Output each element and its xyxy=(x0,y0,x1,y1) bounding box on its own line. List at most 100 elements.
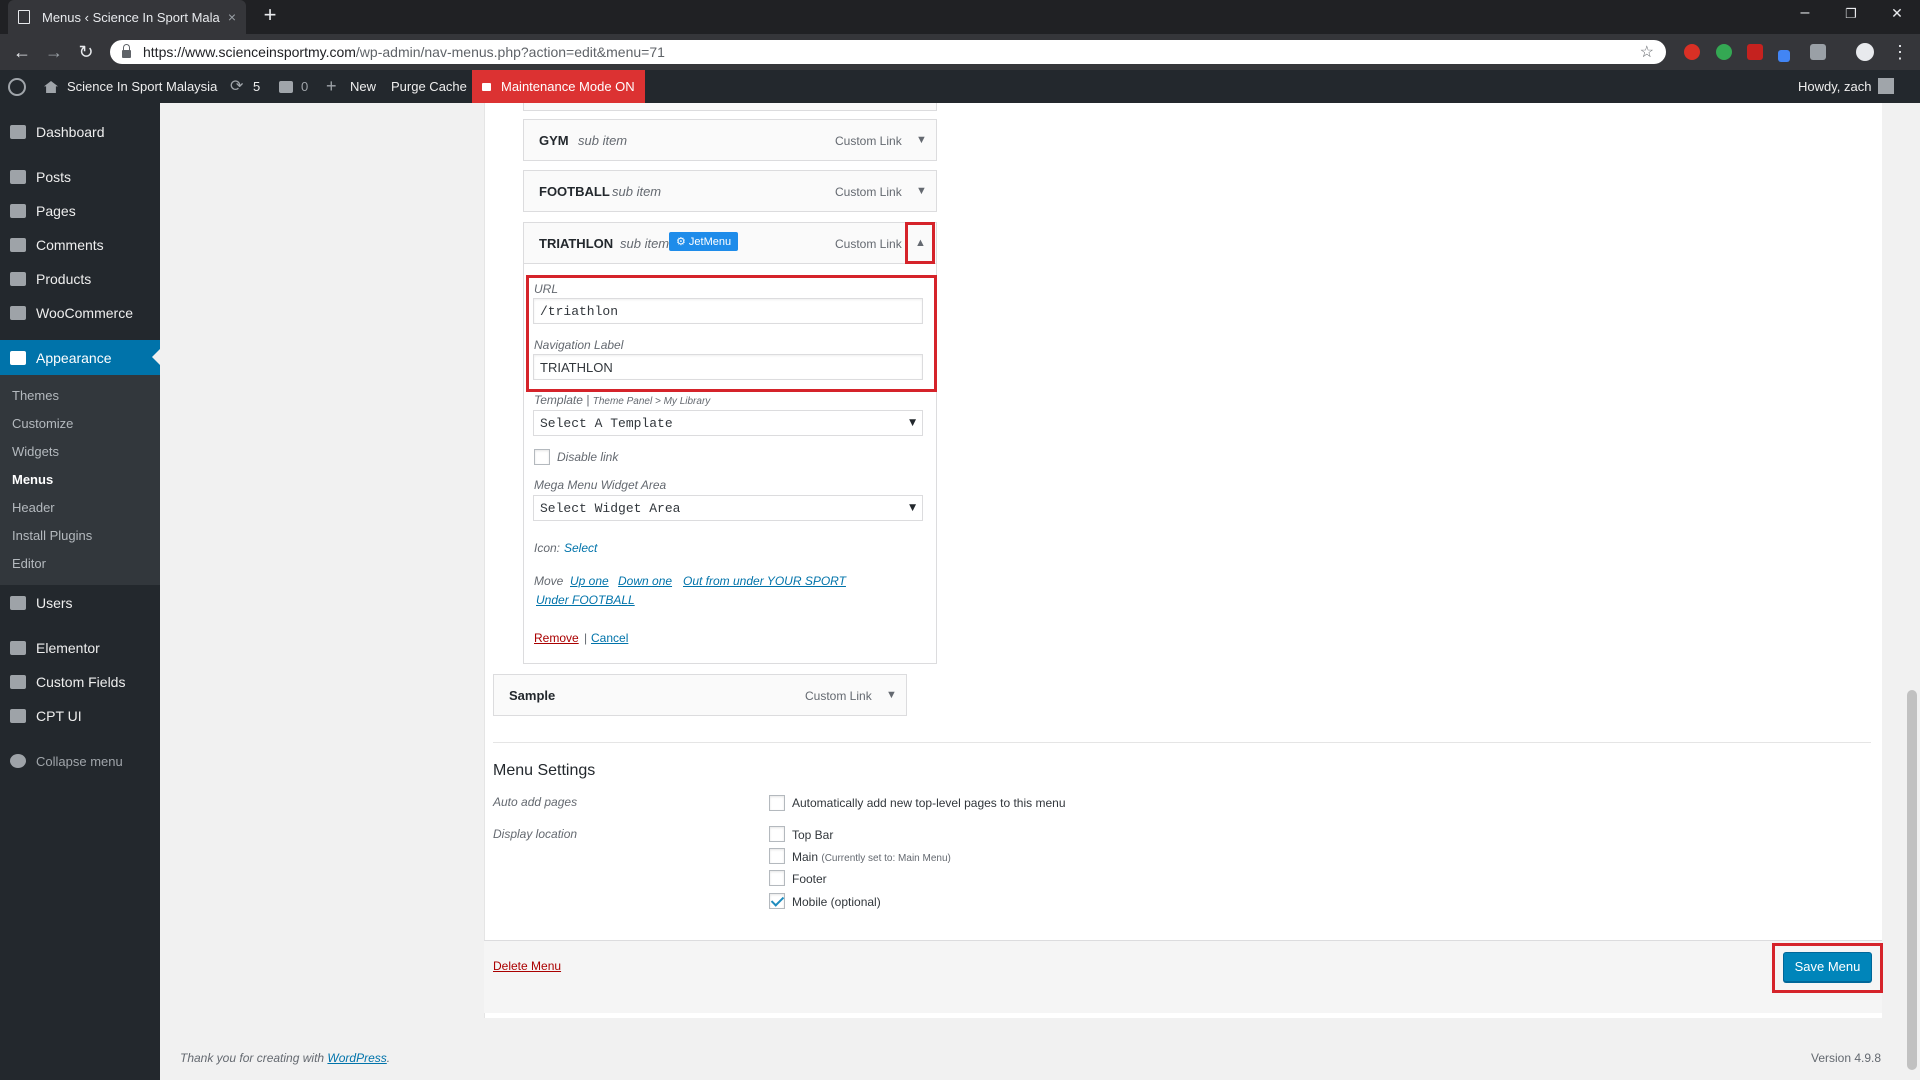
submenu-customize[interactable]: Customize xyxy=(12,416,73,431)
location-top-bar-checkbox[interactable] xyxy=(769,826,785,842)
howdy-user-link[interactable]: Howdy, zach xyxy=(1798,70,1871,103)
submenu-menus[interactable]: Menus xyxy=(12,472,53,487)
wp-footer-thanks: Thank you for creating with WordPress. xyxy=(180,1051,391,1065)
location-main-text: Main xyxy=(792,850,819,864)
elementor-icon xyxy=(10,641,26,655)
minimize-button[interactable]: – xyxy=(1790,4,1820,22)
submenu-install-plugins[interactable]: Install Plugins xyxy=(12,528,92,543)
submenu-widgets[interactable]: Widgets xyxy=(12,444,59,459)
purge-cache-link[interactable]: Purge Cache xyxy=(391,70,467,103)
restore-button[interactable]: ❐ xyxy=(1836,6,1866,22)
tab-title: Menus ‹ Science In Sport Malays xyxy=(42,9,220,25)
menu-item-football[interactable]: FOOTBALL sub item Custom Link ▼ xyxy=(523,170,937,212)
browser-tab[interactable]: Menus ‹ Science In Sport Malays × xyxy=(8,0,246,34)
tab-close-icon[interactable]: × xyxy=(228,9,236,25)
remove-link[interactable]: Remove xyxy=(534,631,579,645)
menu-item-sample[interactable]: Sample Custom Link ▼ xyxy=(493,674,907,716)
cancel-link[interactable]: Cancel xyxy=(591,631,628,645)
widget-area-select-value: Select Widget Area xyxy=(540,500,681,516)
menu-item-title: Sample xyxy=(509,688,556,703)
delete-menu-link[interactable]: Delete Menu xyxy=(493,959,561,973)
location-main-label: Main (Currently set to: Main Menu) xyxy=(792,850,951,864)
sidebar-item-label: Products xyxy=(36,271,92,287)
move-down-link[interactable]: Down one xyxy=(618,574,672,588)
comments-count[interactable]: 0 xyxy=(301,70,308,103)
url-input[interactable] xyxy=(533,298,923,324)
sidebar-item-pages[interactable]: Pages xyxy=(0,194,160,228)
sidebar-item-label: Dashboard xyxy=(36,124,105,140)
sidebar-item-products[interactable]: Products xyxy=(0,262,160,296)
lock-icon xyxy=(122,44,131,58)
move-under-link[interactable]: Under FOOTBALL xyxy=(536,593,635,607)
plus-icon[interactable]: + xyxy=(326,70,337,103)
auto-add-option-label: Automatically add new top-level pages to… xyxy=(792,796,1066,810)
collapse-menu-button[interactable]: Collapse menu xyxy=(0,744,160,778)
extension-blue-icon[interactable] xyxy=(1778,50,1790,62)
widget-area-select[interactable]: Select Widget Area ▼ xyxy=(533,495,923,521)
location-mobile-checkbox[interactable] xyxy=(769,893,785,909)
menu-item-gym[interactable]: GYM sub item Custom Link ▼ xyxy=(523,119,937,161)
location-footer-checkbox[interactable] xyxy=(769,870,785,886)
wordpress-link[interactable]: WordPress xyxy=(327,1051,386,1065)
bookmark-star-icon[interactable]: ☆ xyxy=(1640,42,1654,62)
forward-button[interactable]: → xyxy=(42,40,66,64)
location-top-bar-label: Top Bar xyxy=(792,828,834,842)
expand-arrow-icon[interactable]: ▼ xyxy=(916,134,927,146)
browser-tab-strip xyxy=(0,0,1920,34)
sidebar-item-dashboard[interactable]: Dashboard xyxy=(0,115,160,149)
sidebar-item-label: Custom Fields xyxy=(36,674,126,690)
collapse-arrow-icon[interactable]: ▲ xyxy=(915,237,926,249)
address-bar[interactable]: https://www.scienceinsportmy.com/wp-admi… xyxy=(110,40,1666,64)
menu-item-subtitle: sub item xyxy=(578,133,628,148)
expand-arrow-icon[interactable]: ▼ xyxy=(886,689,897,701)
location-mobile-label: Mobile (optional) xyxy=(792,895,881,909)
maintenance-mode-badge[interactable]: Maintenance Mode ON xyxy=(472,70,645,103)
profile-avatar[interactable] xyxy=(1856,43,1874,61)
submenu-header[interactable]: Header xyxy=(12,500,55,515)
sidebar-item-users[interactable]: Users xyxy=(0,586,160,620)
icon-select-link[interactable]: Select xyxy=(564,541,597,555)
extension-adblock-icon[interactable] xyxy=(1684,44,1700,60)
disable-link-checkbox[interactable] xyxy=(534,449,550,465)
new-tab-button[interactable]: + xyxy=(258,2,282,32)
updates-icon[interactable]: ⟳ xyxy=(230,70,243,103)
sidebar-item-elementor[interactable]: Elementor xyxy=(0,631,160,665)
sidebar-item-posts[interactable]: Posts xyxy=(0,160,160,194)
menu-footer-bar xyxy=(484,941,1882,1013)
url-path: /wp-admin/nav-menus.php?action=edit&menu… xyxy=(355,44,665,60)
scrollbar-thumb[interactable] xyxy=(1907,690,1917,1070)
jetmenu-badge[interactable]: ⚙ JetMenu xyxy=(669,232,739,251)
submenu-editor[interactable]: Editor xyxy=(12,556,46,571)
extension-red-icon[interactable] xyxy=(1747,44,1763,60)
wordpress-logo-icon[interactable] xyxy=(8,78,26,96)
sidebar-item-cpt-ui[interactable]: CPT UI xyxy=(0,699,160,733)
updates-count[interactable]: 5 xyxy=(253,70,260,103)
window-close-button[interactable]: ✕ xyxy=(1882,5,1912,22)
submenu-themes[interactable]: Themes xyxy=(12,388,59,403)
back-button[interactable]: ← xyxy=(10,40,34,64)
expand-arrow-icon[interactable]: ▼ xyxy=(916,185,927,197)
template-select[interactable]: Select A Template ▼ xyxy=(533,410,923,436)
save-menu-button[interactable]: Save Menu xyxy=(1783,952,1872,982)
sidebar-item-appearance[interactable]: Appearance xyxy=(0,340,160,375)
collapse-icon xyxy=(10,754,26,768)
move-out-link[interactable]: Out from under YOUR SPORT xyxy=(683,574,846,588)
browser-menu-icon[interactable]: ⋮ xyxy=(1888,40,1912,64)
sidebar-item-woocommerce[interactable]: WooCommerce xyxy=(0,296,160,330)
new-content-link[interactable]: New xyxy=(350,70,376,103)
location-main-checkbox[interactable] xyxy=(769,848,785,864)
navigation-label-input[interactable] xyxy=(533,354,923,380)
sidebar-item-custom-fields[interactable]: Custom Fields xyxy=(0,665,160,699)
dashboard-icon xyxy=(10,125,26,139)
user-avatar[interactable] xyxy=(1878,78,1894,94)
extension-flag-icon[interactable] xyxy=(1810,44,1826,60)
site-name-link[interactable]: Science In Sport Malaysia xyxy=(67,70,217,103)
pin-icon xyxy=(10,170,26,184)
auto-add-checkbox[interactable] xyxy=(769,795,785,811)
move-up-link[interactable]: Up one xyxy=(570,574,609,588)
reload-button[interactable]: ↻ xyxy=(74,40,98,64)
menu-item-triathlon[interactable]: TRIATHLON sub item ⚙ JetMenu Custom Link xyxy=(523,222,937,264)
sidebar-item-comments[interactable]: Comments xyxy=(0,228,160,262)
comments-icon[interactable] xyxy=(279,81,293,93)
extension-green-icon[interactable] xyxy=(1716,44,1732,60)
